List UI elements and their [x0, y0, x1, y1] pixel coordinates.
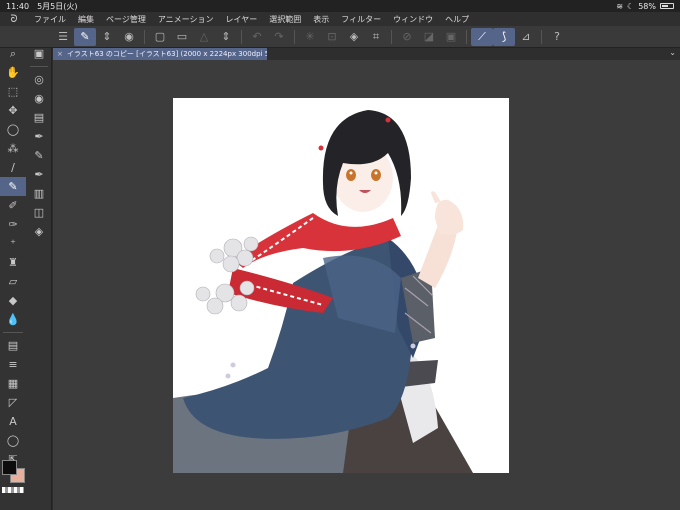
illustration-icon [173, 110, 473, 473]
quick-access-icon[interactable]: ✎ [74, 27, 96, 46]
operation-icon[interactable]: ⬚ [0, 82, 26, 101]
document-tab-bar: × イラスト63 のコピー [イラスト63] (2000 x 2224px 30… [53, 48, 680, 60]
redo-icon[interactable]: ↷ [268, 28, 290, 46]
zoom-icon[interactable]: ⌕ [0, 44, 26, 63]
eraser-icon[interactable]: ▱ [0, 272, 26, 291]
color-wheel-icon[interactable]: ◉ [27, 89, 51, 108]
help-icon[interactable]: ? [546, 28, 568, 46]
figure-icon[interactable]: ≡ [0, 355, 26, 374]
color-swatches [2, 460, 26, 484]
document-tab[interactable]: × イラスト63 のコピー [イラスト63] (2000 x 2224px 30… [53, 48, 267, 60]
sub-tool-icon[interactable]: ▣ [27, 44, 51, 63]
wifi-icon: ≋ [616, 1, 624, 11]
frame-icon[interactable]: ▦ [0, 374, 26, 393]
clock: 11:40 [6, 1, 30, 11]
menu-layer[interactable]: レイヤー [220, 14, 264, 25]
layers-icon[interactable]: ◈ [27, 222, 51, 241]
transform-icon[interactable]: ⌗ [365, 28, 387, 46]
new-file-icon[interactable]: ▢ [149, 28, 171, 46]
menu-page[interactable]: ページ管理 [100, 14, 152, 25]
palette-column: ▣ ◎ ◉ ▤ ✒ ✎ ✒ ▥ ◫ ◈ [27, 44, 51, 241]
airbrush-icon[interactable]: ⁺ [0, 234, 26, 253]
crop-icon[interactable]: ▣ [440, 28, 462, 46]
arrow-updown-icon[interactable]: ⇕ [96, 28, 118, 46]
tool-property-icon[interactable]: ▤ [27, 108, 51, 127]
canvas-artwork[interactable] [173, 98, 509, 473]
menu-bar: ᘐ ファイル 編集 ページ管理 アニメーション レイヤー 選択範囲 表示 フィル… [0, 12, 680, 26]
gradient-icon[interactable]: ▤ [0, 336, 26, 355]
pen-brush-icon[interactable]: ⟆ [493, 27, 515, 46]
menu-selection[interactable]: 選択範囲 [263, 14, 307, 25]
clear-icon[interactable]: ⊡ [321, 28, 343, 46]
color-set-icon[interactable]: ✎ [27, 146, 51, 165]
save-icon[interactable]: △ [193, 28, 215, 46]
brush-size-icon[interactable]: ✒ [27, 127, 51, 146]
transparent-color-swatch[interactable] [2, 487, 24, 493]
menu-animation[interactable]: アニメーション [152, 14, 220, 25]
hand-icon[interactable]: ✋ [0, 63, 26, 82]
material-icon[interactable]: ◫ [27, 203, 51, 222]
date: 5月5日(火) [37, 1, 78, 11]
moon-icon: ☾ [627, 1, 635, 11]
record-icon[interactable]: ◉ [118, 28, 140, 46]
status-bar: 11:40 5月5日(火) ≋ ☾ 58% [0, 0, 680, 12]
undo-icon[interactable]: ↶ [246, 28, 268, 46]
ruler-icon[interactable]: ◸ [0, 393, 26, 412]
tool-column: ⌕ ✋ ⬚ ✥ ◯ ⁂ ∕ ✎ ✐ ✑ ⁺ ♜ ▱ ◆ 💧 ▤ ≡ ▦ ◸ A … [0, 44, 26, 469]
stabilize-pen-icon[interactable]: ⟋ [471, 27, 493, 46]
chevron-down-icon[interactable]: ⌄ [669, 48, 676, 57]
menu-edit[interactable]: 編集 [72, 14, 100, 25]
decoration-icon[interactable]: ♜ [0, 253, 26, 272]
close-tab-icon[interactable]: × [57, 50, 63, 58]
eyedropper-icon[interactable]: ∕ [0, 158, 26, 177]
app-logo-icon[interactable]: ᘐ [0, 14, 28, 25]
loading-icon[interactable]: ✳ [299, 28, 321, 46]
navigator-icon[interactable]: ◎ [27, 70, 51, 89]
blend-icon[interactable]: 💧 [0, 310, 26, 329]
ruler-pen-icon[interactable]: ⊿ [515, 28, 537, 46]
battery-percent: 58% [638, 1, 656, 11]
fill-icon[interactable]: ◈ [343, 28, 365, 46]
menu-file[interactable]: ファイル [28, 14, 72, 25]
menu-icon[interactable]: ☰ [52, 28, 74, 46]
menu-filter[interactable]: フィルター [335, 14, 387, 25]
command-bar: ☰ ✎ ⇕ ◉ ▢ ▭ △ ⇕ ↶ ↷ ✳ ⊡ ◈ ⌗ ⊘ ◪ ▣ ⟋ ⟆ ⊿ … [0, 26, 680, 48]
lasso-icon[interactable]: ◯ [0, 120, 26, 139]
menu-help[interactable]: ヘルプ [439, 14, 475, 25]
move-icon[interactable]: ✥ [0, 101, 26, 120]
text-icon[interactable]: A [0, 412, 26, 431]
invert-icon[interactable]: ◪ [418, 28, 440, 46]
main-color-swatch[interactable] [2, 460, 17, 475]
brush-icon[interactable]: ✑ [0, 215, 26, 234]
open-folder-icon[interactable]: ▭ [171, 28, 193, 46]
pen-icon[interactable]: ✎ [0, 177, 26, 196]
menu-window[interactable]: ウィンドウ [387, 14, 439, 25]
balloon-icon[interactable]: ◯ [0, 431, 26, 450]
document-title: イラスト63 のコピー [イラスト63] (2000 x 2224px 300d… [66, 50, 267, 58]
fill-tool-icon[interactable]: ◆ [0, 291, 26, 310]
deselect-icon[interactable]: ⊘ [396, 28, 418, 46]
arrow-updown-icon-2[interactable]: ⇕ [215, 28, 237, 46]
menu-view[interactable]: 表示 [307, 14, 335, 25]
layer-property-icon[interactable]: ▥ [27, 184, 51, 203]
color-history-icon[interactable]: ✒ [27, 165, 51, 184]
pencil-icon[interactable]: ✐ [0, 196, 26, 215]
battery-icon [660, 3, 674, 9]
magic-wand-icon[interactable]: ⁂ [0, 139, 26, 158]
